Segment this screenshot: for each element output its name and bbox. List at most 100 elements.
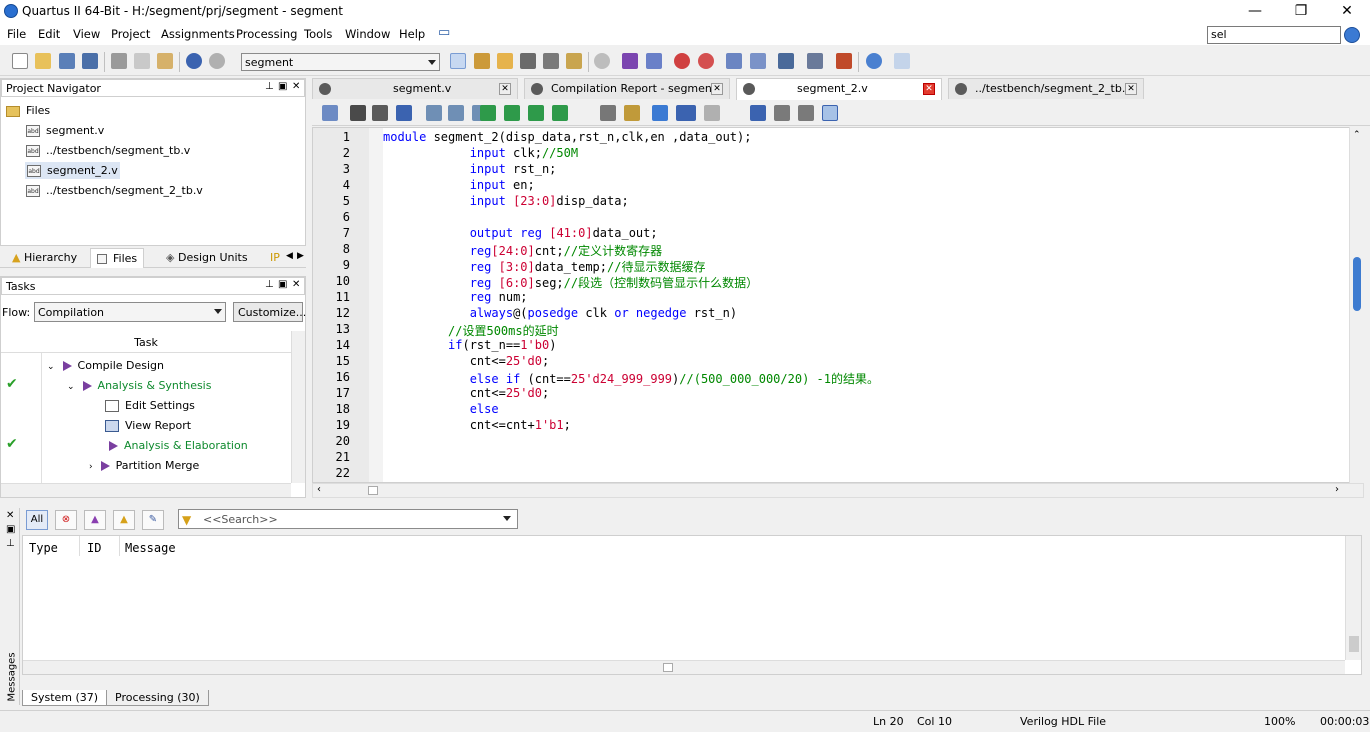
code-line[interactable]: input clk;//50M <box>383 146 578 160</box>
wrap-icon[interactable] <box>798 105 814 121</box>
code-line[interactable]: else if (cnt==25'd24_999_999)//(500_000_… <box>383 370 879 387</box>
warning-filter-icon[interactable]: ▲ <box>113 510 135 530</box>
close-tab-icon[interactable]: ✕ <box>499 83 511 95</box>
arrow-right-icon[interactable] <box>750 105 766 121</box>
bookmark-toggle-icon[interactable] <box>480 105 496 121</box>
pin-planner-icon[interactable] <box>450 53 466 69</box>
suppressed-filter-icon[interactable]: ✎ <box>142 510 164 530</box>
code-line[interactable]: reg [3:0]data_temp;//待显示数据缓存 <box>383 258 706 275</box>
abc-icon[interactable] <box>704 105 720 121</box>
scroll-right-icon[interactable]: › <box>1335 484 1339 495</box>
programmer-icon[interactable] <box>778 53 794 69</box>
save-icon[interactable] <box>59 53 75 69</box>
task-analysis-elaboration[interactable]: Analysis & Elaboration <box>109 439 248 452</box>
code-line[interactable]: input rst_n; <box>383 162 557 176</box>
minimize-button[interactable]: — <box>1232 0 1278 23</box>
task-partition-merge[interactable]: › Partition Merge <box>89 459 199 472</box>
copy-icon[interactable] <box>134 53 150 69</box>
h-scroll-thumb[interactable] <box>368 486 378 495</box>
code-line[interactable]: module segment_2(disp_data,rst_n,clk,en … <box>383 130 751 144</box>
find-icon[interactable] <box>350 105 366 121</box>
cut-icon[interactable] <box>111 53 127 69</box>
bookmark-next-icon[interactable] <box>504 105 520 121</box>
h-scroll-thumb[interactable] <box>663 663 673 672</box>
timequest-icon[interactable] <box>698 53 714 69</box>
tab-segment-2-v[interactable]: segment_2.v ✕ <box>736 78 942 100</box>
code-line[interactable]: cnt<=cnt+1'b1; <box>383 418 571 432</box>
menu-window[interactable]: Window <box>345 27 390 41</box>
search-icon[interactable] <box>1344 27 1360 43</box>
scroll-left-icon[interactable]: ‹ <box>317 484 321 495</box>
file-item[interactable]: abd ../testbench/segment_tb.v <box>26 144 190 157</box>
indent-icon[interactable] <box>426 105 442 121</box>
flow-select[interactable]: Compilation <box>34 302 226 322</box>
code-line[interactable]: if(rst_n==1'b0) <box>383 338 556 352</box>
tab-design-units[interactable]: ◈ Design Units <box>160 248 254 268</box>
float-icon[interactable]: ▣ <box>278 81 287 92</box>
menu-edit[interactable]: Edit <box>38 27 60 41</box>
task-edit-settings[interactable]: Edit Settings <box>105 399 195 412</box>
tasks-horizontal-scrollbar[interactable] <box>1 483 291 497</box>
messages-vertical-scrollbar[interactable] <box>1345 536 1361 660</box>
open-folder-icon[interactable] <box>35 53 51 69</box>
message-search-input[interactable]: <<Search>> <box>178 509 518 529</box>
netlist-viewer-icon[interactable] <box>750 53 766 69</box>
restore-button[interactable]: ❐ <box>1278 0 1324 23</box>
line-number-toggle-icon[interactable] <box>676 105 696 121</box>
code-line[interactable]: input en; <box>383 178 535 192</box>
menu-help[interactable]: Help <box>399 27 425 41</box>
view-mode-icon[interactable] <box>822 105 838 121</box>
document-icon[interactable] <box>322 105 338 121</box>
menu-view[interactable]: View <box>73 27 100 41</box>
close-tab-icon[interactable]: ✕ <box>711 83 723 95</box>
undo-icon[interactable] <box>186 53 202 69</box>
menu-project[interactable]: Project <box>111 27 150 41</box>
code-line[interactable]: output reg [41:0]data_out; <box>383 226 658 240</box>
editor-horizontal-scrollbar[interactable]: › ‹ <box>312 483 1364 498</box>
settings-chip-icon[interactable] <box>520 53 536 69</box>
bookmark-clear-icon[interactable] <box>552 105 568 121</box>
tab-system[interactable]: System (37) <box>22 690 108 706</box>
start-compilation-icon[interactable] <box>622 53 638 69</box>
menu-file[interactable]: File <box>7 27 26 41</box>
float-icon[interactable]: ▣ <box>6 524 15 535</box>
paste-icon[interactable] <box>157 53 173 69</box>
find-replace-icon[interactable] <box>372 105 388 121</box>
code-line[interactable]: reg[24:0]cnt;//定义计数寄存器 <box>383 242 662 259</box>
tab-compilation-report[interactable]: Compilation Report - segment ✕ <box>524 78 730 99</box>
signaltap-icon[interactable] <box>807 53 823 69</box>
task-compile-design[interactable]: ⌄ Compile Design <box>47 359 164 372</box>
menu-assignments[interactable]: Assignments <box>161 27 235 41</box>
messages-horizontal-scrollbar[interactable] <box>23 660 1345 674</box>
code-editor[interactable]: 1 module segment_2(disp_data,rst_n,clk,en… <box>312 127 1364 483</box>
code-line[interactable]: //设置500ms的延时 <box>383 322 559 339</box>
timing-analyzer-icon[interactable] <box>674 53 690 69</box>
tab-hierarchy[interactable]: ▲ Hierarchy <box>6 248 83 268</box>
code-line[interactable]: always@(posedge clk or negedge rst_n) <box>383 306 737 320</box>
chat-icon[interactable] <box>894 53 910 69</box>
scroll-thumb[interactable] <box>1353 257 1361 311</box>
tasks-vertical-scrollbar[interactable] <box>291 331 305 483</box>
float-icon[interactable]: ▣ <box>278 279 287 290</box>
attach-icon[interactable] <box>600 105 616 121</box>
file-item-selected[interactable]: abd segment_2.v <box>25 162 120 179</box>
assignment-editor-icon[interactable] <box>474 53 490 69</box>
error-filter-icon[interactable]: ⊗ <box>55 510 77 530</box>
help-icon[interactable] <box>866 53 882 69</box>
menu-tools[interactable]: Tools <box>304 27 332 41</box>
customize-button[interactable]: Customize... <box>233 302 306 322</box>
pin-icon[interactable]: ⊥ <box>265 81 274 92</box>
close-tab-icon[interactable]: ✕ <box>1125 83 1137 95</box>
close-panel-icon[interactable]: ✕ <box>292 279 300 290</box>
tab-ip[interactable]: IP <box>264 248 280 268</box>
menu-processing[interactable]: Processing <box>236 27 297 41</box>
search-input[interactable]: sel <box>1207 26 1341 44</box>
entity-select[interactable]: segment <box>241 53 440 71</box>
tab-files[interactable]: Files <box>90 248 145 268</box>
goto-line-icon[interactable] <box>396 105 412 121</box>
redo-icon[interactable] <box>209 53 225 69</box>
files-root[interactable]: Files <box>6 104 50 117</box>
tab-scroll-right-icon[interactable]: ▶ <box>291 248 310 268</box>
stop-icon[interactable] <box>594 53 610 69</box>
new-file-icon[interactable] <box>12 53 28 69</box>
